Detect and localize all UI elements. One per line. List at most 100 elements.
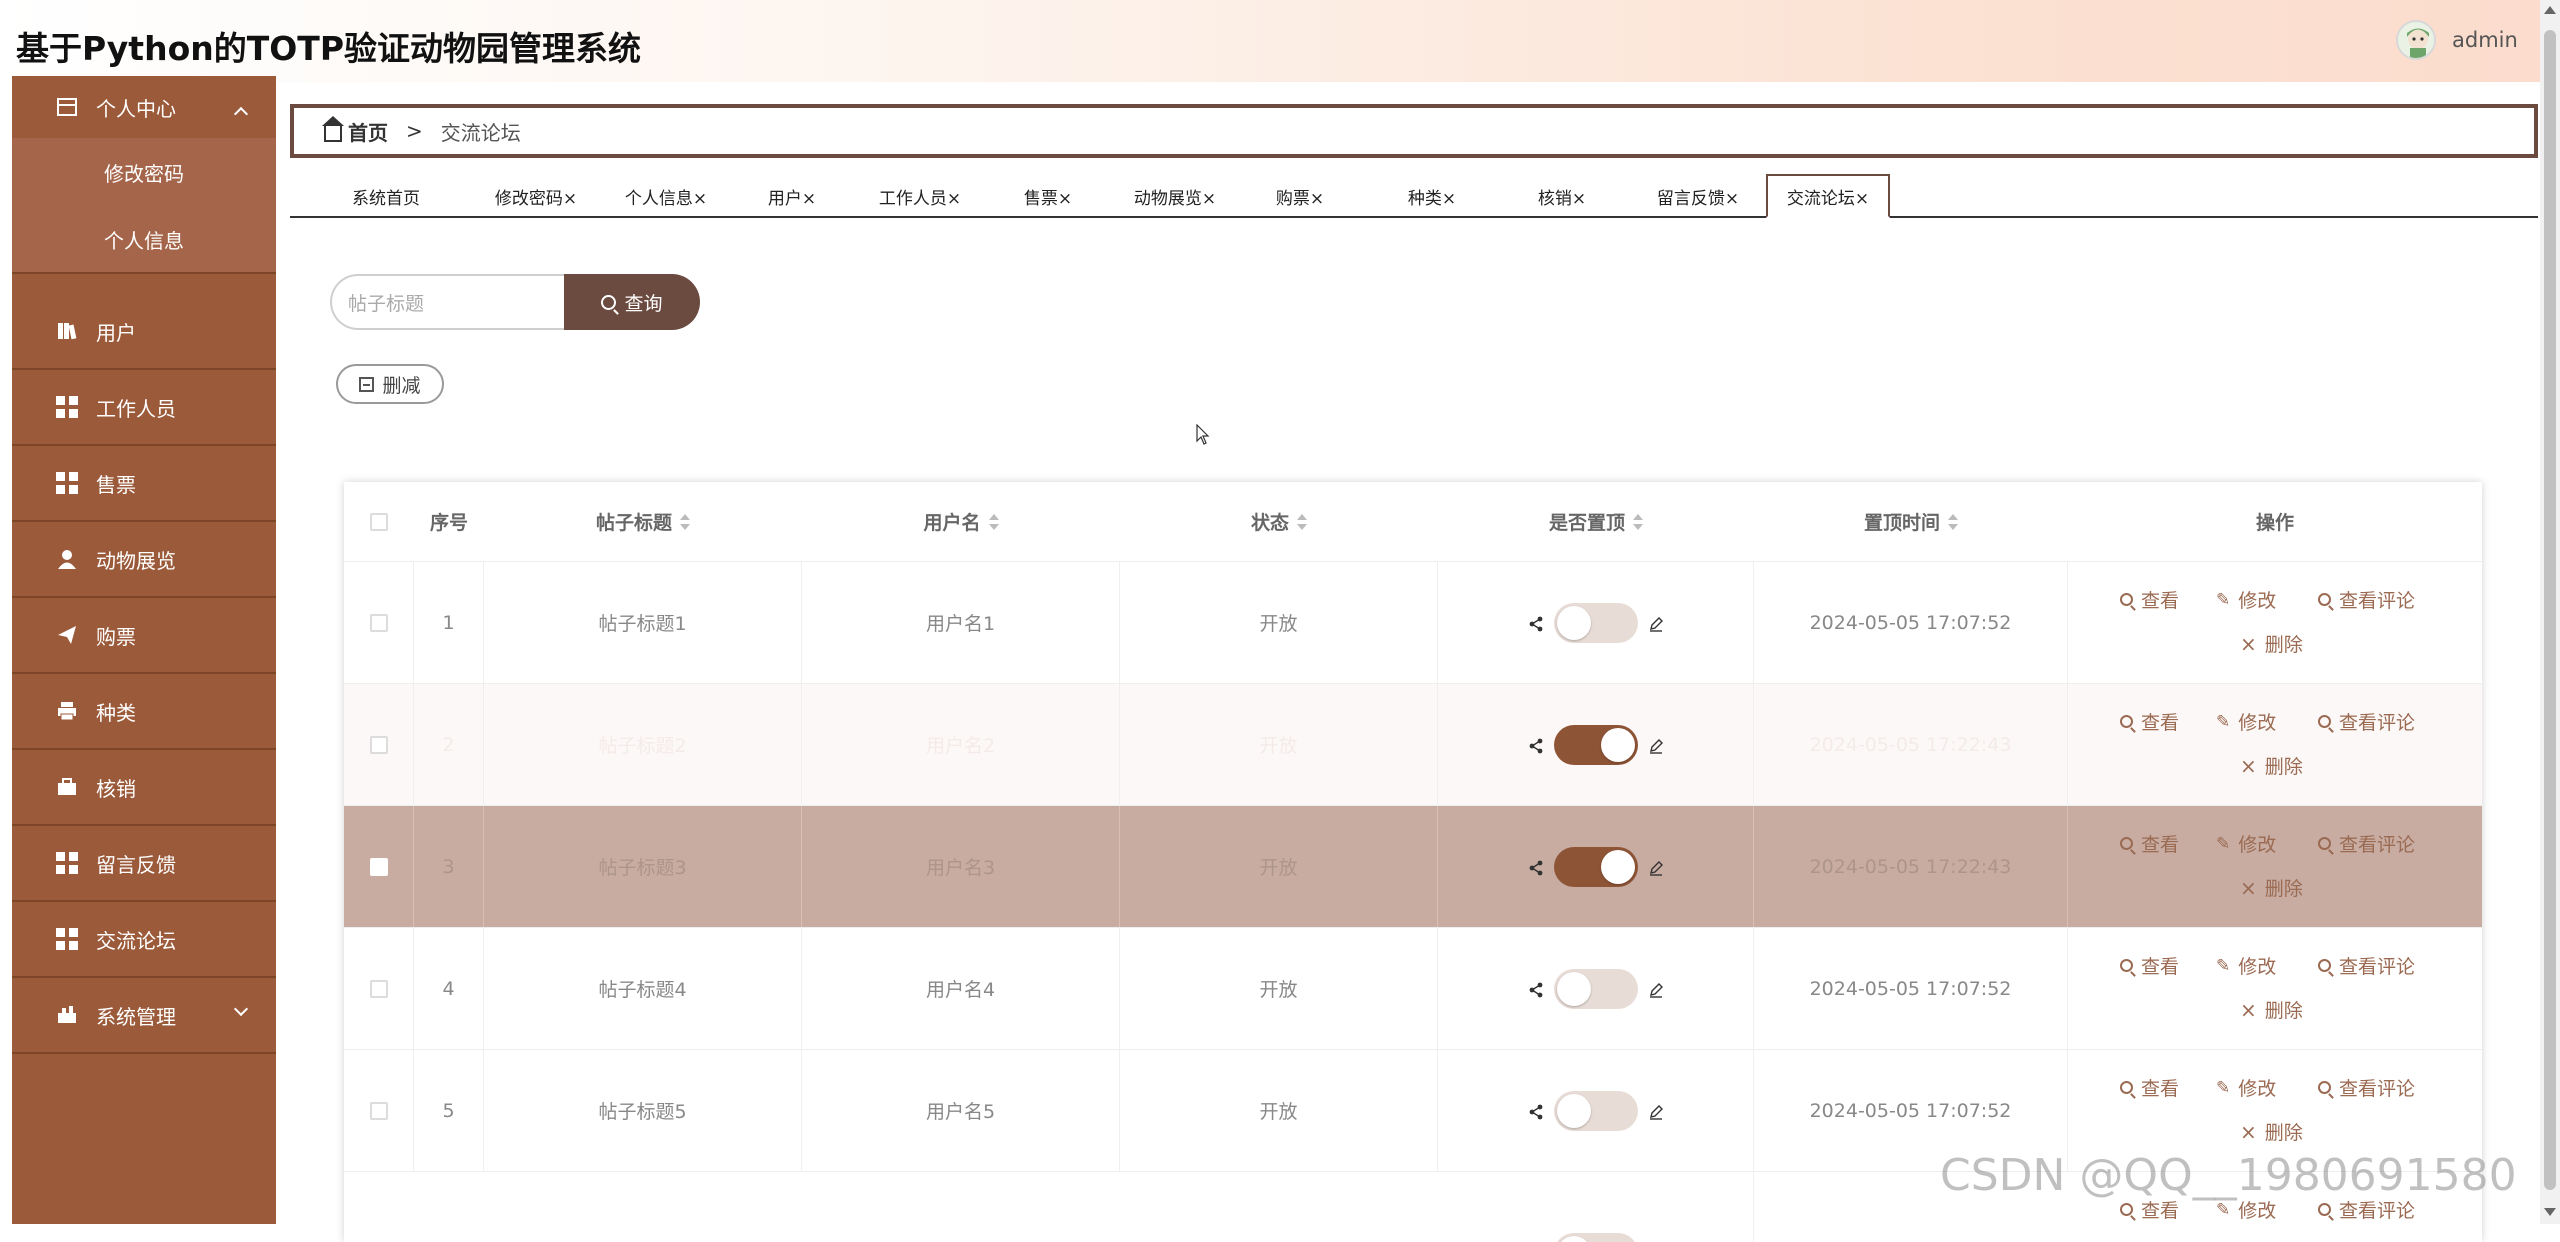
sidebar-item-tickets[interactable]: 售票 [12, 446, 276, 522]
edit-button[interactable]: ✎修改 [2216, 708, 2276, 735]
cell-actions: 查看 ✎修改 查看评论 ×删除 [2068, 562, 2482, 683]
view-button[interactable]: 查看 [2120, 1074, 2179, 1101]
user-name[interactable]: admin [2452, 28, 2518, 52]
delete-button[interactable]: ×删除 [2240, 630, 2303, 657]
tab-buy-ticket[interactable]: 购票× [1250, 174, 1350, 218]
cell-username: 用户名4 [802, 928, 1120, 1049]
row-checkbox[interactable] [370, 736, 388, 754]
sidebar-item-forum[interactable]: 交流论坛 [12, 902, 276, 978]
edit-button[interactable]: ✎修改 [2216, 952, 2276, 979]
settings-icon [56, 1004, 78, 1026]
close-icon: × [2240, 876, 2257, 900]
scroll-down-icon[interactable] [2544, 1208, 2556, 1216]
pinned-toggle[interactable] [1554, 969, 1638, 1009]
delete-button[interactable]: ×删除 [2240, 874, 2303, 901]
sidebar-item-buy-ticket[interactable]: 购票 [12, 598, 276, 674]
share-icon[interactable] [1528, 737, 1544, 753]
tab-change-password[interactable]: 修改密码× [482, 174, 590, 218]
vertical-scrollbar[interactable] [2540, 0, 2560, 1224]
cell-username: 用户名3 [802, 806, 1120, 927]
select-all-checkbox[interactable] [370, 513, 388, 531]
scroll-up-icon[interactable] [2544, 6, 2556, 14]
table-header: 序号 帖子标题 用户名 状态 是否置顶 置顶时间 操作 [344, 482, 2482, 562]
sidebar-item-users[interactable]: 用户 [12, 294, 276, 370]
header-status[interactable]: 状态 [1120, 482, 1438, 561]
view-comments-button[interactable]: 查看评论 [2318, 586, 2415, 613]
sidebar-item-animal-exhibit[interactable]: 动物展览 [12, 522, 276, 598]
sidebar-item-verify[interactable]: 核销 [12, 750, 276, 826]
row-checkbox[interactable] [370, 980, 388, 998]
breadcrumb-home[interactable]: 首页 [348, 117, 388, 146]
view-button[interactable]: 查看 [2120, 708, 2179, 735]
breadcrumb: 首页 > 交流论坛 [290, 104, 2538, 158]
view-comments-button[interactable]: 查看评论 [2318, 830, 2415, 857]
row-checkbox[interactable] [370, 614, 388, 632]
view-comments-button[interactable]: 查看评论 [2318, 708, 2415, 735]
sidebar-sub-profile[interactable]: 个人信息 [12, 206, 276, 274]
sidebar-sub-change-password[interactable]: 修改密码 [12, 138, 276, 206]
tab-staff[interactable]: 工作人员× [862, 174, 978, 218]
delete-button[interactable]: ×删除 [2240, 752, 2303, 779]
table-row[interactable]: 3 帖子标题3 用户名3 开放 2024-05-05 17:22:43 查看 ✎… [344, 806, 2482, 928]
close-icon: × [2240, 754, 2257, 778]
tab-animal-exhibit[interactable]: 动物展览× [1120, 174, 1230, 218]
tab-forum[interactable]: 交流论坛× [1766, 174, 1890, 218]
pinned-toggle[interactable] [1554, 1091, 1638, 1131]
header-pinned-time[interactable]: 置顶时间 [1754, 482, 2068, 561]
header-pinned[interactable]: 是否置顶 [1438, 482, 1754, 561]
pinned-toggle[interactable] [1554, 847, 1638, 887]
delete-button[interactable]: ×删除 [2240, 1118, 2303, 1145]
edit-button[interactable]: ✎修改 [2216, 1074, 2276, 1101]
scrollbar-thumb[interactable] [2544, 30, 2556, 1190]
search-input[interactable]: 帖子标题 [330, 274, 566, 330]
header-username[interactable]: 用户名 [802, 482, 1120, 561]
view-comments-button[interactable]: 查看评论 [2318, 952, 2415, 979]
header-title[interactable]: 帖子标题 [484, 482, 802, 561]
grid-icon [56, 472, 78, 494]
cell-no: 1 [414, 562, 484, 683]
edit-pen-icon[interactable] [1648, 981, 1664, 997]
avatar[interactable] [2396, 20, 2436, 60]
sidebar-item-system[interactable]: 系统管理 [12, 978, 276, 1054]
tab-feedback[interactable]: 留言反馈× [1640, 174, 1756, 218]
view-button[interactable]: 查看 [2120, 586, 2179, 613]
search-button[interactable]: 查询 [564, 274, 700, 330]
edit-button[interactable]: ✎修改 [2216, 586, 2276, 613]
share-icon[interactable] [1528, 981, 1544, 997]
cell-title: 帖子标题1 [484, 562, 802, 683]
sidebar-item-feedback[interactable]: 留言反馈 [12, 826, 276, 902]
edit-button[interactable]: ✎修改 [2216, 830, 2276, 857]
tab-verify[interactable]: 核销× [1512, 174, 1612, 218]
table-row[interactable]: 2 帖子标题2 用户名2 开放 2024-05-05 17:22:43 查看 ✎… [344, 684, 2482, 806]
view-button[interactable]: 查看 [2120, 830, 2179, 857]
cell-pinned [1438, 928, 1754, 1049]
tab-profile[interactable]: 个人信息× [612, 174, 720, 218]
pinned-toggle[interactable] [1554, 1233, 1638, 1242]
tab-home[interactable]: 系统首页 [338, 174, 434, 218]
sidebar-item-species[interactable]: 种类 [12, 674, 276, 750]
share-icon[interactable] [1528, 615, 1544, 631]
view-button[interactable]: 查看 [2120, 952, 2179, 979]
tab-users[interactable]: 用户× [742, 174, 842, 218]
pinned-toggle[interactable] [1554, 725, 1638, 765]
pinned-toggle[interactable] [1554, 603, 1638, 643]
edit-pen-icon[interactable] [1648, 615, 1664, 631]
row-checkbox[interactable] [370, 858, 388, 876]
row-checkbox[interactable] [370, 1102, 388, 1120]
sidebar-item-staff[interactable]: 工作人员 [12, 370, 276, 446]
table-row[interactable]: 1 帖子标题1 用户名1 开放 2024-05-05 17:07:52 查看 ✎… [344, 562, 2482, 684]
table-row[interactable]: 4 帖子标题4 用户名4 开放 2024-05-05 17:07:52 查看 ✎… [344, 928, 2482, 1050]
tab-tickets[interactable]: 售票× [998, 174, 1098, 218]
sidebar-item-label: 售票 [96, 469, 136, 498]
delete-button[interactable]: ×删除 [2240, 996, 2303, 1023]
view-comments-button[interactable]: 查看评论 [2318, 1074, 2415, 1101]
batch-delete-button[interactable]: 删减 [336, 364, 444, 404]
share-icon[interactable] [1528, 859, 1544, 875]
sidebar-group-personal[interactable]: 个人中心 [12, 76, 276, 138]
tab-species[interactable]: 种类× [1382, 174, 1482, 218]
share-icon[interactable] [1528, 1103, 1544, 1119]
toggle-knob [1557, 1094, 1591, 1128]
edit-pen-icon[interactable] [1648, 737, 1664, 753]
edit-pen-icon[interactable] [1648, 1103, 1664, 1119]
edit-pen-icon[interactable] [1648, 859, 1664, 875]
